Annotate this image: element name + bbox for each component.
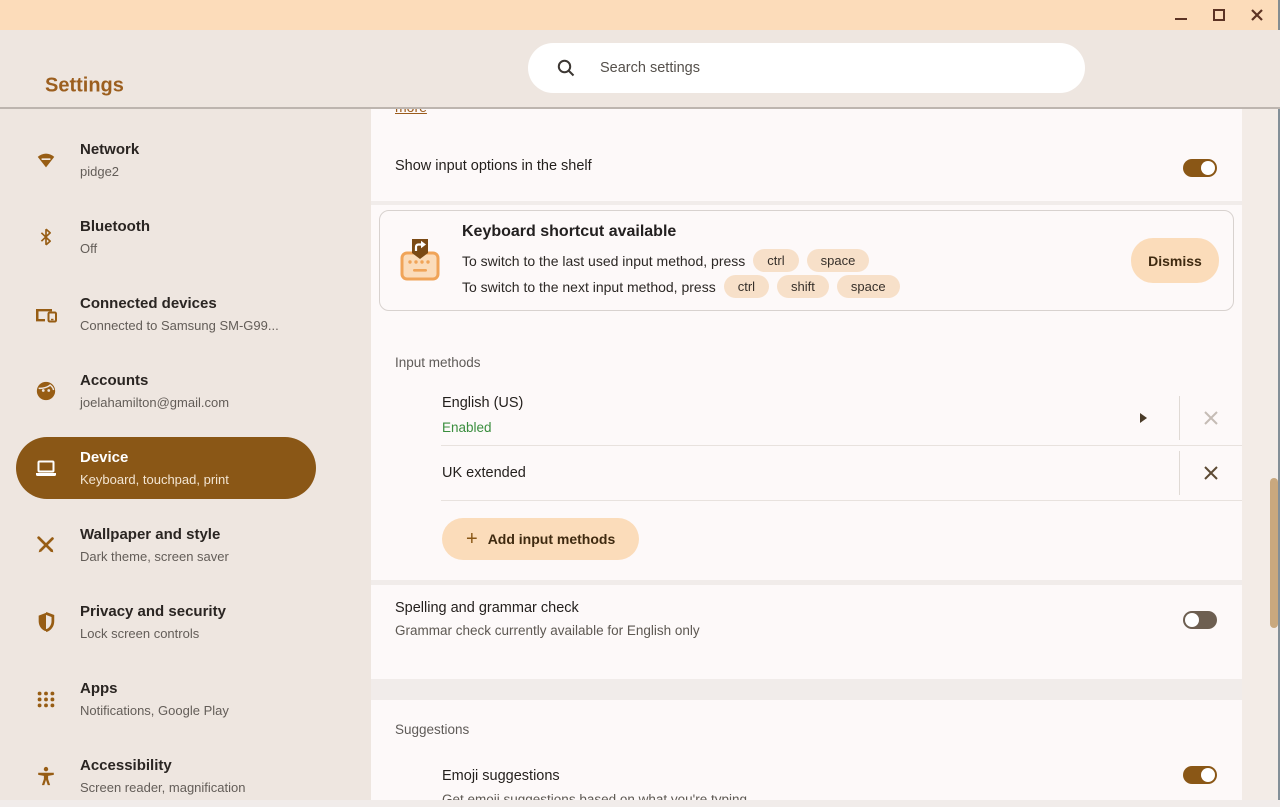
key-pill: shift bbox=[777, 275, 829, 298]
close-icon bbox=[1204, 410, 1218, 425]
sidebar-item-network[interactable]: Network pidge2 bbox=[16, 129, 316, 191]
toggle-knob bbox=[1201, 768, 1215, 782]
key-pill: ctrl bbox=[723, 275, 770, 298]
sidebar-item-wallpaper[interactable]: Wallpaper and style Dark theme, screen sa… bbox=[16, 514, 316, 576]
search-placeholder: Search settings bbox=[600, 60, 700, 76]
close-button[interactable] bbox=[1238, 0, 1276, 30]
divider bbox=[441, 500, 1242, 501]
section-suggestions: Suggestions Emoji suggestions Get emoji … bbox=[371, 700, 1242, 800]
sidebar-item-label: Bluetooth bbox=[80, 217, 150, 235]
apps-icon bbox=[34, 687, 58, 711]
sidebar-item-sub: Dark theme, screen saver bbox=[80, 548, 229, 564]
spelling-subtitle: Grammar check currently available for En… bbox=[395, 623, 700, 638]
spelling-toggle[interactable] bbox=[1183, 611, 1217, 629]
sidebar-item-accessibility[interactable]: Accessibility Screen reader, magnificatio… bbox=[16, 745, 316, 807]
scrollbar-thumb[interactable] bbox=[1270, 478, 1278, 628]
row-controls bbox=[1179, 446, 1242, 500]
toggle-knob bbox=[1185, 613, 1199, 627]
sidebar-item-label: Device bbox=[80, 448, 129, 466]
row-controls bbox=[1140, 390, 1242, 445]
maximize-button[interactable] bbox=[1200, 0, 1238, 30]
key-pill: space bbox=[836, 275, 900, 298]
plus-icon: + bbox=[466, 528, 478, 550]
remove-input-method-button[interactable] bbox=[1180, 465, 1242, 481]
section-input-methods: Keyboard shortcut available To switch to… bbox=[371, 205, 1242, 580]
sidebar-item-sub: Off bbox=[80, 240, 98, 256]
search-icon bbox=[557, 59, 575, 77]
toggle-knob bbox=[1201, 161, 1215, 175]
sidebar-item-apps[interactable]: Apps Notifications, Google Play bbox=[16, 668, 316, 730]
bluetooth-icon bbox=[34, 225, 58, 249]
keyboard-shortcut-card: Keyboard shortcut available To switch to… bbox=[379, 210, 1234, 311]
add-input-methods-button[interactable]: + Add input methods bbox=[442, 518, 640, 560]
input-method-name: UK extended bbox=[442, 465, 526, 481]
sidebar-item-sub: Keyboard, touchpad, print bbox=[80, 471, 229, 487]
card-line-1-text: To switch to the last used input method,… bbox=[462, 252, 746, 269]
emoji-suggestions-toggle[interactable] bbox=[1183, 766, 1217, 784]
sidebar-item-device[interactable]: Device Keyboard, touchpad, print bbox=[16, 437, 316, 499]
add-input-methods-label: Add input methods bbox=[487, 531, 616, 547]
sidebar-item-privacy[interactable]: Privacy and security Lock screen controls bbox=[16, 591, 316, 653]
sidebar-item-sub: Screen reader, magnification bbox=[80, 779, 246, 795]
dismiss-button[interactable]: Dismiss bbox=[1131, 238, 1219, 283]
close-icon bbox=[1204, 466, 1218, 480]
card-line-2: To switch to the next input method, pres… bbox=[462, 275, 900, 298]
account-icon bbox=[34, 379, 58, 403]
section-spelling: Spelling and grammar check Grammar check… bbox=[371, 585, 1242, 679]
sidebar-item-sub: Connected to Samsung SM-G99... bbox=[80, 317, 279, 333]
sidebar-item-sub: Notifications, Google Play bbox=[80, 702, 229, 718]
sidebar-item-label: Connected devices bbox=[80, 294, 217, 312]
remove-input-method-button[interactable] bbox=[1180, 410, 1242, 426]
sidebar-item-label: Accessibility bbox=[80, 756, 172, 774]
spelling-title: Spelling and grammar check bbox=[395, 600, 579, 616]
card-line-1: To switch to the last used input method,… bbox=[462, 249, 900, 272]
sidebar-item-label: Privacy and security bbox=[80, 602, 226, 620]
emoji-suggestions-title: Emoji suggestions bbox=[442, 768, 560, 784]
app-header: Settings Search settings bbox=[0, 30, 1280, 109]
shelf-option-toggle[interactable] bbox=[1183, 159, 1217, 177]
section-shelf-options: more Show input options in the shelf bbox=[371, 109, 1242, 201]
input-method-status: Enabled bbox=[442, 420, 492, 435]
close-icon bbox=[1251, 9, 1263, 21]
laptop-icon bbox=[34, 456, 58, 480]
sidebar-item-connected-devices[interactable]: Connected devices Connected to Samsung SM… bbox=[16, 283, 316, 345]
window-titlebar bbox=[0, 0, 1280, 30]
page-title: Settings bbox=[45, 74, 124, 97]
sidebar-item-sub: Lock screen controls bbox=[80, 625, 200, 641]
expand-arrow-icon[interactable] bbox=[1140, 412, 1147, 423]
sidebar-item-sub: joelahamilton@gmail.com bbox=[80, 394, 230, 410]
shelf-option-label: Show input options in the shelf bbox=[395, 158, 592, 174]
scroll-gutter bbox=[1242, 109, 1280, 800]
shield-icon bbox=[34, 610, 58, 634]
sidebar-item-label: Accounts bbox=[80, 371, 149, 389]
more-link[interactable]: more bbox=[395, 109, 427, 115]
keyboard-switch-icon bbox=[400, 238, 440, 280]
emoji-suggestions-subtitle: Get emoji suggestions based on what you'… bbox=[442, 792, 748, 800]
minimize-icon bbox=[1175, 18, 1187, 20]
sidebar-item-bluetooth[interactable]: Bluetooth Off bbox=[16, 206, 316, 268]
sidebar-item-sub: pidge2 bbox=[80, 163, 120, 179]
input-method-row-uk-extended[interactable]: UK extended bbox=[371, 446, 1242, 500]
card-title: Keyboard shortcut available bbox=[462, 223, 677, 240]
suggestions-section-label: Suggestions bbox=[395, 722, 470, 737]
minimize-button[interactable] bbox=[1162, 0, 1200, 30]
key-pill: ctrl bbox=[753, 249, 799, 272]
accessibility-icon bbox=[34, 764, 58, 788]
wifi-icon bbox=[34, 148, 58, 172]
sidebar-item-label: Wallpaper and style bbox=[80, 525, 221, 543]
sidebar-item-accounts[interactable]: Accounts joelahamilton@gmail.com bbox=[16, 360, 316, 422]
sidebar-item-label: Apps bbox=[80, 679, 118, 697]
card-line-2-text: To switch to the next input method, pres… bbox=[462, 278, 716, 295]
brush-icon bbox=[34, 533, 58, 557]
maximize-icon bbox=[1213, 9, 1225, 21]
main-content: more Show input options in the shelf bbox=[371, 109, 1280, 800]
search-input[interactable]: Search settings bbox=[528, 43, 1085, 93]
key-pill: space bbox=[806, 249, 870, 272]
input-method-row-english[interactable]: English (US) Enabled bbox=[371, 390, 1242, 445]
sidebar-item-label: Network bbox=[80, 140, 140, 158]
devices-icon bbox=[34, 302, 58, 326]
input-method-name: English (US) bbox=[442, 395, 524, 411]
sidebar: Network pidge2 Bluetooth Off Connected dev… bbox=[0, 109, 371, 800]
input-methods-section-label: Input methods bbox=[395, 355, 481, 370]
